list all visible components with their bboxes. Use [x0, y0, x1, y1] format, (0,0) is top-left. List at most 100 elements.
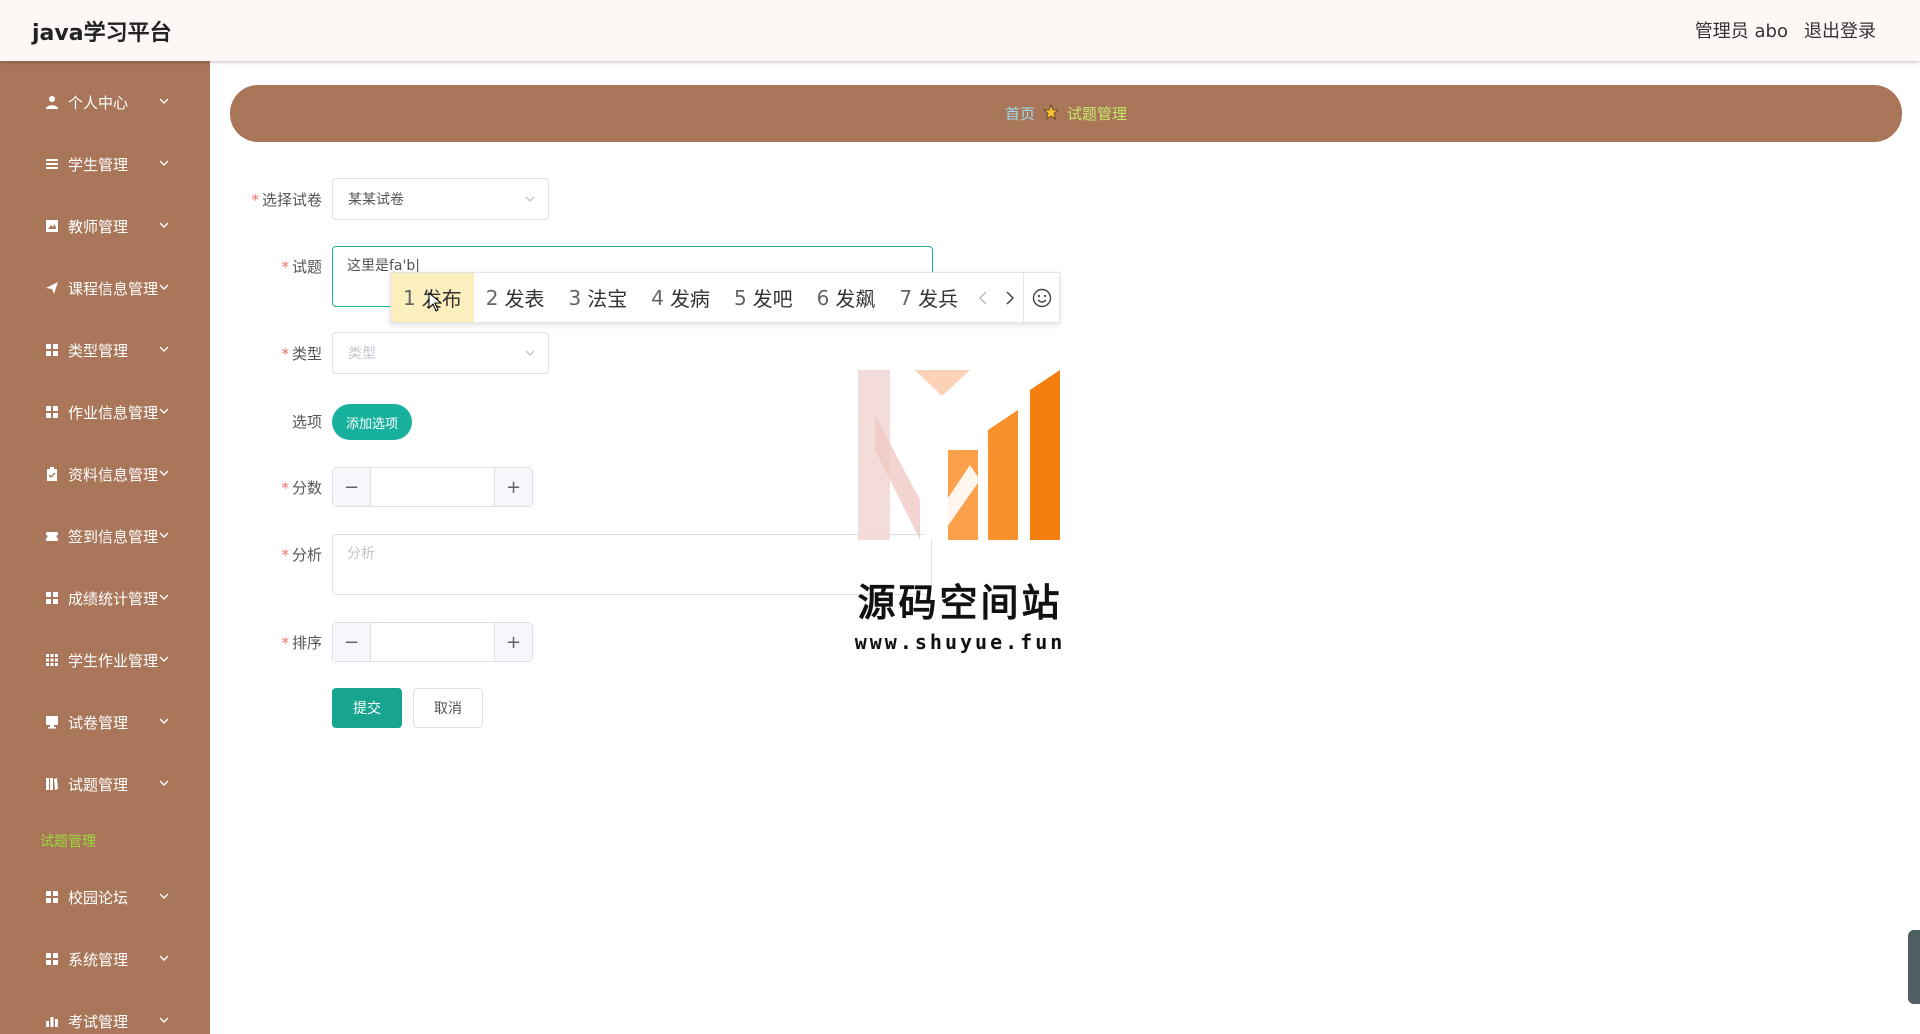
watermark-title: 源码空间站 — [857, 581, 1063, 625]
sidebar-subitem-questions[interactable]: 试题管理 — [40, 831, 96, 851]
breadcrumb-current: 试题管理 — [1067, 105, 1128, 123]
ime-candidate[interactable]: 6 发飙 — [805, 273, 888, 322]
sidebar-item-label: 作业信息管理 — [68, 403, 159, 422]
top-header: java学习平台 管理员 abo 退出登录 — [0, 0, 1920, 61]
clipboard-icon — [44, 466, 60, 482]
watermark-url: www.shuyue.fun — [854, 630, 1066, 654]
sidebar-item-label: 教师管理 — [68, 217, 129, 236]
send-icon — [44, 280, 60, 296]
sidebar-item-personal[interactable]: 个人中心 — [0, 82, 210, 122]
grid-icon — [44, 889, 60, 905]
chevron-down-icon — [159, 408, 169, 414]
monitor-icon — [44, 714, 60, 730]
grid-icon — [44, 404, 60, 420]
ime-next-icon[interactable] — [997, 273, 1024, 322]
paper-select[interactable]: 某某试卷 — [332, 178, 549, 220]
sidebar-item-label: 课程信息管理 — [68, 279, 159, 298]
increment-button[interactable]: + — [494, 468, 532, 506]
ime-candidate[interactable]: 7 发兵 — [887, 273, 970, 322]
increment-button[interactable]: + — [494, 623, 532, 661]
type-label: * 类型 — [281, 345, 322, 363]
emoji-icon[interactable] — [1023, 273, 1059, 322]
chevron-down-icon — [159, 532, 169, 538]
ime-candidate[interactable]: 5 发吧 — [722, 273, 805, 322]
sidebar-item-label: 校园论坛 — [68, 888, 129, 907]
chevron-down-icon — [159, 284, 169, 290]
grid-icon — [44, 342, 60, 358]
sidebar: 个人中心 学生管理 教师管理 课程信息管理 类型管理 作业信息管理 资料信息管理… — [0, 61, 210, 1034]
sidebar-item-exams[interactable]: 考试管理 — [0, 1001, 210, 1034]
sidebar-item-students[interactable]: 学生管理 — [0, 144, 210, 184]
ticket-icon — [44, 528, 60, 544]
ime-candidate-bar: 1 发布 2 发表 3 法宝 4 发病 5 发吧 6 发飙 7 发兵 — [390, 272, 1060, 323]
chevron-down-icon — [159, 160, 169, 166]
sidebar-item-courses[interactable]: 课程信息管理 — [0, 268, 210, 308]
chevron-down-icon — [159, 222, 169, 228]
chevron-down-icon — [159, 780, 169, 786]
order-label: * 排序 — [281, 634, 322, 652]
decrement-button[interactable]: − — [333, 468, 371, 506]
chevron-down-icon — [525, 350, 535, 356]
decrement-button[interactable]: − — [333, 623, 371, 661]
score-label: * 分数 — [281, 479, 322, 497]
order-input[interactable] — [371, 623, 494, 661]
question-label: * 试题 — [281, 258, 322, 276]
mouse-cursor-icon — [428, 292, 442, 312]
ime-prev-icon[interactable] — [970, 273, 997, 322]
breadcrumb-home[interactable]: 首页 — [1005, 103, 1035, 124]
sidebar-item-forum[interactable]: 校园论坛 — [0, 877, 210, 917]
sidebar-item-label: 系统管理 — [68, 950, 129, 969]
sidebar-item-types[interactable]: 类型管理 — [0, 330, 210, 370]
sidebar-item-label: 考试管理 — [68, 1012, 129, 1031]
sidebar-item-homework[interactable]: 作业信息管理 — [0, 392, 210, 432]
chevron-down-icon — [159, 656, 169, 662]
app-title: java学习平台 — [32, 21, 172, 46]
sidebar-item-grades[interactable]: 成绩统计管理 — [0, 578, 210, 618]
sidebar-item-questions[interactable]: 试题管理 — [0, 764, 210, 804]
submit-button[interactable]: 提交 — [332, 688, 402, 728]
sidebar-item-label: 成绩统计管理 — [68, 589, 159, 608]
analysis-placeholder: 分析 — [347, 546, 375, 562]
sidebar-item-checkin[interactable]: 签到信息管理 — [0, 516, 210, 556]
paper-select-value: 某某试卷 — [348, 192, 404, 208]
sidebar-item-materials[interactable]: 资料信息管理 — [0, 454, 210, 494]
chevron-down-icon — [525, 196, 535, 202]
image-icon — [44, 218, 60, 234]
ime-candidate[interactable]: 2 发表 — [474, 273, 557, 322]
logout-link[interactable]: 退出登录 — [1804, 17, 1876, 43]
sidebar-item-label: 试卷管理 — [68, 713, 129, 732]
add-option-button[interactable]: 添加选项 — [332, 404, 412, 440]
chevron-down-icon — [159, 594, 169, 600]
sidebar-item-label: 资料信息管理 — [68, 465, 159, 484]
sidebar-item-label: 个人中心 — [68, 93, 129, 112]
apps-icon — [44, 652, 60, 668]
type-select[interactable]: 类型 — [332, 332, 549, 374]
sidebar-item-label: 试题管理 — [68, 775, 129, 794]
chevron-down-icon — [159, 98, 169, 104]
sidebar-item-label: 学生管理 — [68, 155, 129, 174]
side-scroll-handle[interactable] — [1908, 930, 1920, 1004]
grid-icon — [44, 590, 60, 606]
type-select-placeholder: 类型 — [348, 346, 376, 362]
analysis-label: * 分析 — [281, 546, 322, 564]
ime-candidate[interactable]: 4 发病 — [639, 273, 722, 322]
order-stepper[interactable]: − + — [332, 622, 533, 662]
sidebar-item-label: 类型管理 — [68, 341, 129, 360]
breadcrumb: 首页 试题管理 — [230, 85, 1902, 142]
cancel-button[interactable]: 取消 — [413, 688, 483, 728]
sidebar-item-system[interactable]: 系统管理 — [0, 939, 210, 979]
options-label: 选项 — [291, 413, 322, 431]
chevron-down-icon — [159, 893, 169, 899]
ime-candidate[interactable]: 3 法宝 — [556, 273, 639, 322]
paper-label: * 选择试卷 — [251, 191, 322, 209]
sidebar-item-label: 签到信息管理 — [68, 527, 159, 546]
sidebar-item-teachers[interactable]: 教师管理 — [0, 206, 210, 246]
user-icon — [44, 94, 60, 110]
score-stepper[interactable]: − + — [332, 467, 533, 507]
bar-chart-icon — [44, 1013, 60, 1029]
sidebar-item-papers[interactable]: 试卷管理 — [0, 702, 210, 742]
book-icon — [44, 776, 60, 792]
score-input[interactable] — [371, 468, 494, 506]
sidebar-item-student-homework[interactable]: 学生作业管理 — [0, 640, 210, 680]
sidebar-item-label: 学生作业管理 — [68, 651, 159, 670]
